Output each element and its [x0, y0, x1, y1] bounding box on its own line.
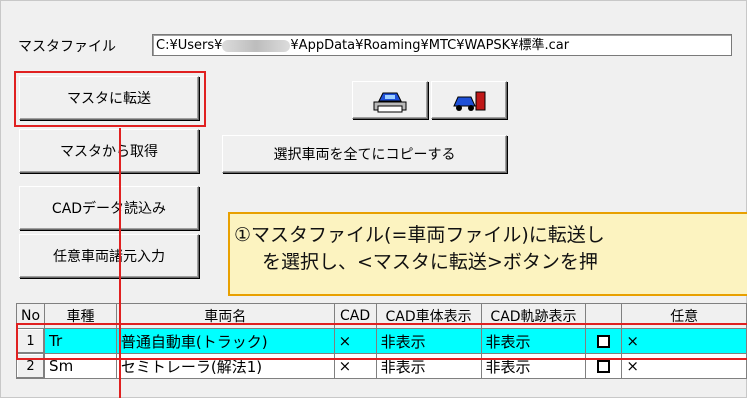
- cell-name[interactable]: 普通自動車(トラック): [115, 328, 335, 354]
- callout-line-2: を選択し、<マスタに転送>ボタンを押: [262, 251, 598, 273]
- header-cad-body[interactable]: CAD車体表示: [375, 303, 482, 329]
- copy-selected-to-all-button[interactable]: 選択車両を全てにコピーする: [222, 135, 507, 173]
- cell-optional[interactable]: ×: [621, 353, 747, 379]
- table-row[interactable]: 1 Tr 普通自動車(トラック) × 非表示 非表示 ×: [16, 328, 747, 354]
- cell-cad-body[interactable]: 非表示: [375, 353, 482, 379]
- cell-type[interactable]: Tr: [44, 328, 117, 354]
- export-vehicle-icon: [453, 91, 486, 111]
- header-type[interactable]: 車種: [44, 303, 117, 329]
- cell-cad-track[interactable]: 非表示: [480, 353, 587, 379]
- cell-optional[interactable]: ×: [621, 328, 747, 354]
- cell-cad[interactable]: ×: [333, 353, 377, 379]
- table-header-row: No 車種 車両名 CAD CAD車体表示 CAD軌跡表示 任意: [16, 303, 747, 329]
- header-name[interactable]: 車両名: [115, 303, 335, 329]
- master-file-label: マスタファイル: [18, 39, 116, 55]
- cell-checkbox[interactable]: [585, 353, 623, 379]
- cad-data-read-button[interactable]: CADデータ読込み: [19, 186, 199, 230]
- row-checkbox[interactable]: [597, 335, 611, 348]
- print-vehicle-icon: [373, 92, 407, 113]
- print-vehicle-button[interactable]: [352, 81, 428, 119]
- cell-cad-track[interactable]: 非表示: [480, 328, 587, 354]
- cell-type[interactable]: Sm: [44, 353, 117, 379]
- path-suffix: ¥AppData¥Roaming¥MTC¥WAPSK¥標準.car: [290, 38, 570, 53]
- vehicle-table: No 車種 車両名 CAD CAD車体表示 CAD軌跡表示 任意 1 Tr 普通…: [16, 303, 747, 398]
- header-cad-track[interactable]: CAD軌跡表示: [480, 303, 587, 329]
- cell-checkbox[interactable]: [585, 328, 623, 354]
- custom-vehicle-input-button[interactable]: 任意車両諸元入力: [19, 234, 199, 278]
- header-check[interactable]: [585, 303, 623, 329]
- row-number[interactable]: 1: [16, 328, 46, 354]
- row-checkbox[interactable]: [597, 360, 611, 373]
- redacted-username: [222, 39, 291, 52]
- path-prefix: C:¥Users¥: [156, 38, 223, 53]
- highlight-connector-line: [119, 128, 121, 398]
- header-no[interactable]: No: [16, 303, 46, 329]
- table-row[interactable]: 2 Sm セミトレーラ(解法1) × 非表示 非表示 ×: [16, 353, 747, 379]
- cell-cad[interactable]: ×: [333, 328, 377, 354]
- fetch-from-master-button[interactable]: マスタから取得: [19, 129, 199, 173]
- header-optional[interactable]: 任意: [621, 303, 747, 329]
- master-file-path-field[interactable]: C:¥Users¥ ¥AppData¥Roaming¥MTC¥WAPSK¥標準.c…: [152, 34, 732, 56]
- callout-line-1: ①マスタファイル(=車両ファイル)に転送し: [234, 224, 605, 246]
- export-vehicle-button[interactable]: [431, 81, 507, 119]
- header-cad[interactable]: CAD: [333, 303, 377, 329]
- cell-cad-body[interactable]: 非表示: [375, 328, 482, 354]
- cell-name[interactable]: セミトレーラ(解法1): [115, 353, 335, 379]
- instruction-callout: ①マスタファイル(=車両ファイル)に転送し を選択し、<マスタに転送>ボタンを押: [228, 212, 747, 296]
- transfer-to-master-button[interactable]: マスタに転送: [19, 76, 199, 120]
- row-number[interactable]: 2: [16, 353, 46, 379]
